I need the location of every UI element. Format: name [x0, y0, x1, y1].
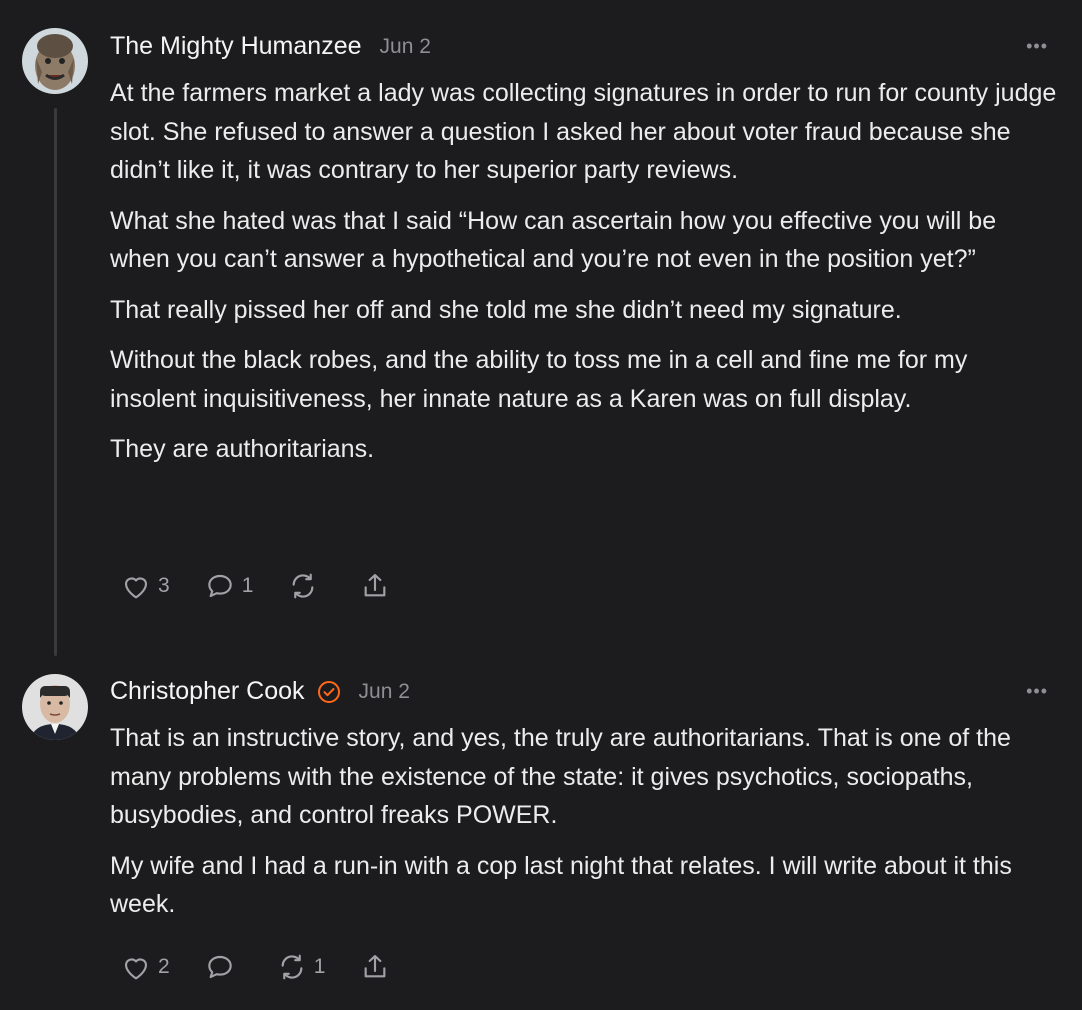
share-button[interactable] [359, 951, 391, 983]
restack-icon [281, 954, 303, 980]
comment-bubble-icon [207, 574, 232, 598]
comment-paragraph: That really pissed her off and she told … [110, 295, 902, 324]
more-options-button[interactable]: ••• [1026, 681, 1048, 702]
ellipsis-icon: ••• [1026, 681, 1048, 701]
comment-paragraph: What she hated was that I said “How can … [110, 206, 997, 274]
comment-date[interactable]: Jun 2 [359, 680, 410, 704]
comment-actions: 2 1 [120, 951, 425, 983]
more-options-button[interactable]: ••• [1026, 36, 1048, 57]
share-button[interactable] [359, 570, 391, 602]
restack-button[interactable]: 1 [276, 951, 326, 983]
comment-bubble-icon [207, 955, 232, 979]
avatar-image [22, 28, 88, 94]
like-button[interactable]: 3 [120, 570, 170, 602]
heart-icon [124, 577, 148, 599]
thread-line [54, 108, 57, 656]
comment-actions: 3 1 [120, 570, 425, 602]
comment-body: That is an instructive story, and yes, t… [110, 719, 1060, 936]
restack-count: 1 [313, 955, 326, 978]
comment-header: The Mighty Humanzee Jun 2 [110, 32, 431, 61]
comment-paragraph: My wife and I had a run-in with a cop la… [110, 851, 1012, 919]
like-count: 2 [158, 955, 170, 978]
verified-check-icon [317, 680, 340, 703]
comment-body: At the farmers market a lady was collect… [110, 74, 1060, 481]
reply-count: 1 [241, 574, 254, 597]
restack-icon [292, 573, 314, 599]
comment-paragraph: At the farmers market a lady was collect… [110, 79, 1057, 184]
avatar[interactable] [22, 674, 88, 740]
reply-button[interactable] [204, 951, 242, 983]
share-icon [364, 955, 386, 978]
comment-paragraph: They are authoritarians. [110, 435, 375, 463]
author-name[interactable]: The Mighty Humanzee [110, 32, 362, 61]
comment-paragraph: Without the black robes, and the ability… [110, 346, 968, 413]
restack-button[interactable] [287, 570, 325, 602]
reply-button[interactable]: 1 [204, 570, 254, 602]
comment-paragraph: That is an instructive story, and yes, t… [110, 724, 1011, 829]
like-button[interactable]: 2 [120, 951, 170, 983]
comment-date[interactable]: Jun 2 [380, 35, 431, 59]
author-name[interactable]: Christopher Cook [110, 677, 305, 706]
comment-header: Christopher Cook Jun 2 [110, 677, 410, 706]
heart-icon [124, 958, 148, 980]
like-count: 3 [158, 574, 170, 597]
avatar[interactable] [22, 28, 88, 94]
ellipsis-icon: ••• [1026, 36, 1048, 56]
avatar-image [22, 674, 88, 740]
share-icon [364, 574, 386, 597]
